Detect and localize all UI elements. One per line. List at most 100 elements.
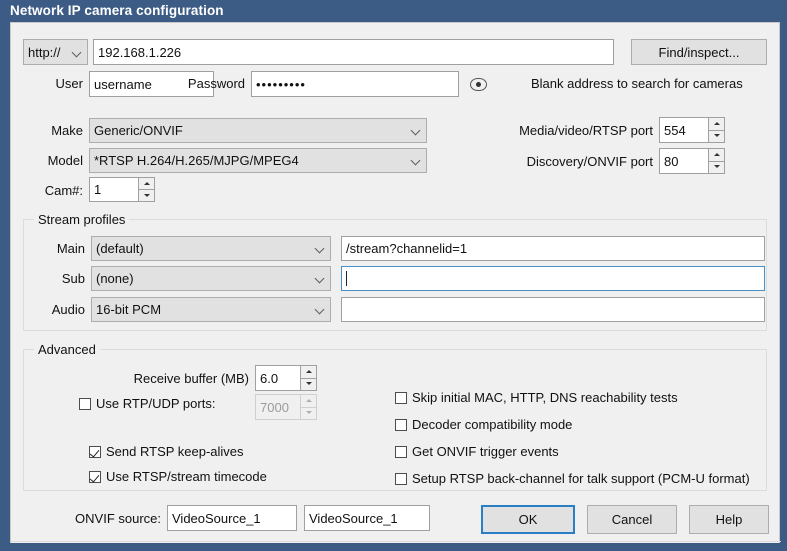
checkbox-box[interactable] <box>79 397 91 410</box>
onvif-source-label: ONVIF source: <box>75 511 161 526</box>
stream-sub-path-input[interactable] <box>341 266 765 291</box>
stream-main-profile-combo[interactable]: (default) <box>91 236 331 261</box>
setup-rtsp-back-channel-checkbox[interactable]: Setup RTSP back-channel for talk support… <box>395 471 750 486</box>
find-inspect-button[interactable]: Find/inspect... <box>631 39 767 65</box>
cam-number-spin-buttons[interactable] <box>138 177 155 202</box>
scheme-value: http:// <box>28 44 61 60</box>
send-rtsp-keep-alives-label: Send RTSP keep-alives <box>106 444 244 459</box>
checkbox-box[interactable] <box>395 445 407 458</box>
use-rtsp-stream-timecode-checkbox[interactable]: Use RTSP/stream timecode <box>89 469 267 484</box>
spinner-down-icon[interactable] <box>300 377 317 391</box>
decoder-compatibility-mode-checkbox[interactable]: Decoder compatibility mode <box>395 417 572 432</box>
password-label: Password <box>187 76 245 91</box>
scheme-combo[interactable]: http:// <box>23 39 88 65</box>
footer-separator <box>11 541 781 542</box>
spinner-up-icon[interactable] <box>708 148 725 161</box>
media-port-value: 554 <box>659 117 708 143</box>
help-button[interactable]: Help <box>689 505 769 534</box>
ok-label: OK <box>518 512 538 527</box>
onvif-source-value-2: VideoSource_1 <box>309 510 398 526</box>
help-label: Help <box>715 512 743 527</box>
spinner-up-icon <box>300 394 317 407</box>
cancel-button[interactable]: Cancel <box>587 505 677 534</box>
media-port-label: Media/video/RTSP port <box>519 123 653 138</box>
chevron-down-icon <box>315 273 326 284</box>
discovery-port-stepper[interactable]: 80 <box>659 148 725 174</box>
stream-sub-label: Sub <box>61 271 85 286</box>
spinner-down-icon[interactable] <box>708 160 725 174</box>
checkbox-box[interactable] <box>395 391 407 404</box>
setup-rtsp-back-channel-label: Setup RTSP back-channel for talk support… <box>412 471 750 486</box>
onvif-source-input-2[interactable]: VideoSource_1 <box>304 505 430 531</box>
dialog-window: Network IP camera configuration http:// … <box>0 0 787 551</box>
password-input[interactable]: ••••••••• <box>251 71 459 97</box>
rtp-udp-port-stepper: 7000 <box>255 394 317 420</box>
skip-initial-tests-checkbox[interactable]: Skip initial MAC, HTTP, DNS reachability… <box>395 390 678 405</box>
receive-buffer-label: Receive buffer (MB) <box>133 371 249 386</box>
window-title: Network IP camera configuration <box>10 3 224 18</box>
media-port-spin-buttons[interactable] <box>708 117 725 143</box>
onvif-source-value-1: VideoSource_1 <box>172 510 261 526</box>
chevron-down-icon <box>315 243 326 254</box>
host-address-value: 192.168.1.226 <box>98 44 182 60</box>
model-value: *RTSP H.264/H.265/MJPG/MPEG4 <box>94 153 299 168</box>
get-onvif-trigger-events-label: Get ONVIF trigger events <box>412 444 559 459</box>
media-port-stepper[interactable]: 554 <box>659 117 725 143</box>
stream-profiles-title: Stream profiles <box>34 212 130 227</box>
decoder-compatibility-mode-label: Decoder compatibility mode <box>412 417 573 432</box>
chevron-down-icon <box>72 47 83 58</box>
cam-number-label: Cam#: <box>44 183 83 198</box>
eye-ring <box>469 77 487 91</box>
send-rtsp-keep-alives-checkbox[interactable]: Send RTSP keep-alives <box>89 444 244 459</box>
model-combo[interactable]: *RTSP H.264/H.265/MJPG/MPEG4 <box>89 148 427 173</box>
stream-audio-label: Audio <box>51 302 85 317</box>
stream-main-label: Main <box>56 241 85 256</box>
spinner-up-icon[interactable] <box>138 177 155 189</box>
make-value: Generic/ONVIF <box>94 123 183 138</box>
receive-buffer-stepper[interactable]: 6.0 <box>255 365 317 391</box>
advanced-title: Advanced <box>34 342 100 357</box>
stream-main-path-value: /stream?channelid=1 <box>346 241 468 256</box>
stream-audio-path-input[interactable] <box>341 297 765 322</box>
rtp-udp-port-value: 7000 <box>255 394 300 420</box>
discovery-port-spin-buttons[interactable] <box>708 148 725 174</box>
stream-audio-profile-combo[interactable]: 16-bit PCM <box>91 297 331 322</box>
eye-pupil <box>475 81 481 87</box>
dialog-client-area: http:// 192.168.1.226 Find/inspect... Us… <box>10 22 781 543</box>
model-label: Model <box>47 153 83 168</box>
host-address-input[interactable]: 192.168.1.226 <box>93 39 614 65</box>
use-rtp-udp-ports-checkbox[interactable]: Use RTP/UDP ports: <box>79 396 215 411</box>
checkbox-box[interactable] <box>395 418 407 431</box>
stream-main-profile-value: (default) <box>96 241 144 256</box>
spinner-up-icon[interactable] <box>300 365 317 378</box>
receive-buffer-value: 6.0 <box>255 365 300 391</box>
spinner-up-icon[interactable] <box>708 117 725 130</box>
text-caret <box>346 271 347 286</box>
receive-buffer-spin-buttons[interactable] <box>300 365 317 391</box>
make-combo[interactable]: Generic/ONVIF <box>89 118 427 143</box>
blank-address-hint: Blank address to search for cameras <box>531 76 743 91</box>
cam-number-stepper[interactable]: 1 <box>89 177 155 202</box>
discovery-port-label: Discovery/ONVIF port <box>526 154 653 169</box>
get-onvif-trigger-events-checkbox[interactable]: Get ONVIF trigger events <box>395 444 559 459</box>
ok-button[interactable]: OK <box>481 505 575 534</box>
user-value: username <box>94 76 152 92</box>
chevron-down-icon <box>411 125 422 136</box>
stream-audio-profile-value: 16-bit PCM <box>96 302 162 317</box>
spinner-down-icon[interactable] <box>138 189 155 202</box>
spinner-down-icon[interactable] <box>708 129 725 143</box>
rtp-udp-port-spin-buttons <box>300 394 317 420</box>
spinner-down-icon <box>300 406 317 420</box>
onvif-source-input-1[interactable]: VideoSource_1 <box>167 505 297 531</box>
eye-icon[interactable] <box>466 74 490 94</box>
checkbox-box[interactable] <box>89 445 101 458</box>
use-rtp-udp-ports-label: Use RTP/UDP ports: <box>96 396 216 411</box>
password-value: ••••••••• <box>256 76 306 92</box>
checkbox-box[interactable] <box>395 472 407 485</box>
skip-initial-tests-label: Skip initial MAC, HTTP, DNS reachability… <box>412 390 678 405</box>
stream-main-path-input[interactable]: /stream?channelid=1 <box>341 236 765 261</box>
stream-sub-profile-combo[interactable]: (none) <box>91 266 331 291</box>
checkbox-box[interactable] <box>89 470 101 483</box>
stream-sub-profile-value: (none) <box>96 271 134 286</box>
chevron-down-icon <box>411 155 422 166</box>
